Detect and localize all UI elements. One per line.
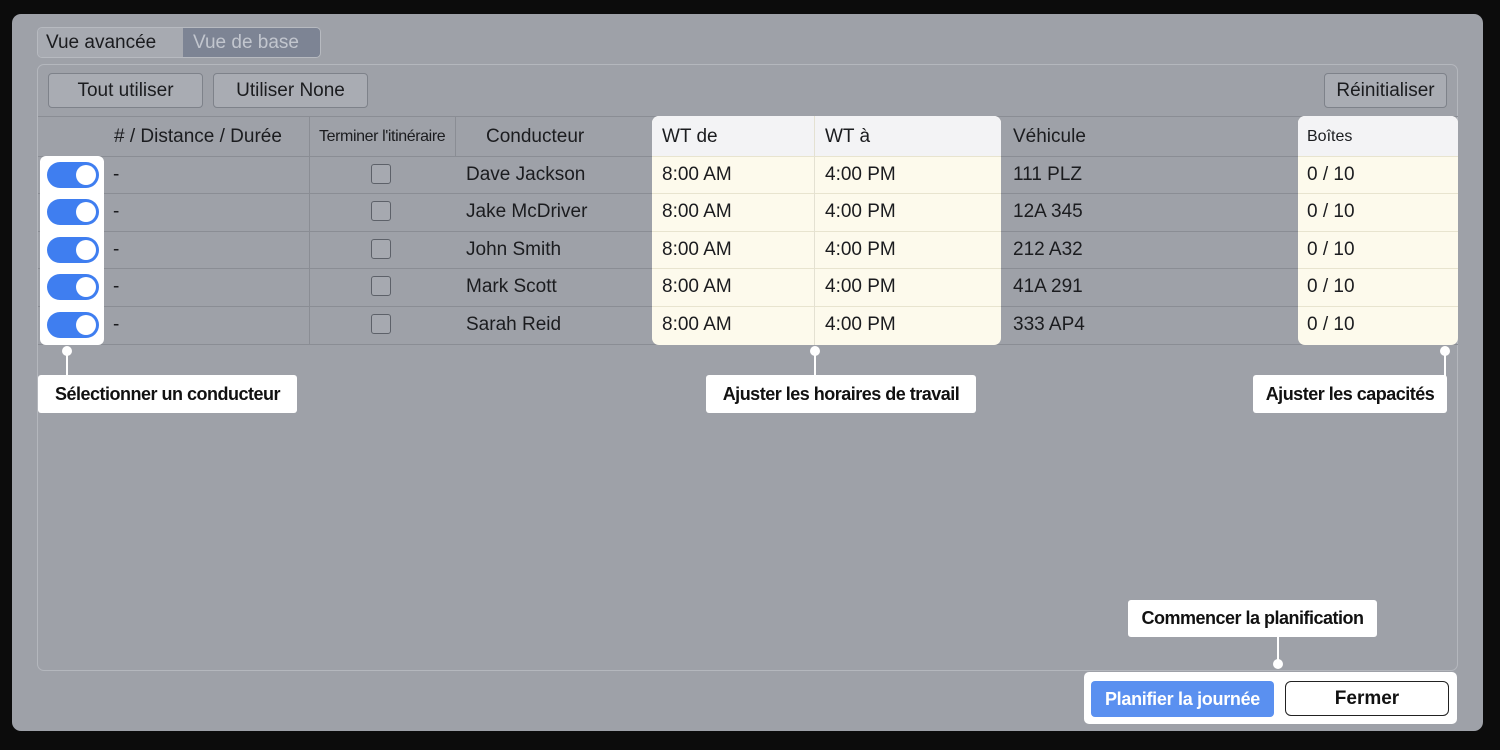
tab-basic-view[interactable]: Vue de base [183,28,320,57]
header-distance: # / Distance / Durée [114,126,282,147]
callout-adjust-hours: Ajuster les horaires de travail [706,375,976,413]
distance-cell: - [113,313,120,335]
header-wt-from: WT de [662,126,718,147]
wt-from-cell[interactable]: 8:00 AM [662,231,732,268]
driver-enabled-toggle[interactable] [47,161,99,188]
table-row: - Jake McDriver 8:00 AM 4:00 PM 12A 345 … [0,193,1500,230]
column-divider [455,116,456,157]
driver-cell: Sarah Reid [466,313,562,335]
header-vehicle: Véhicule [1013,126,1086,147]
view-tabs: Vue avancée Vue de base [37,27,321,58]
vehicle-cell: 41A 291 [1013,275,1083,297]
driver-enabled-toggle[interactable] [47,236,99,263]
header-driver: Conducteur [486,126,585,147]
header-finish-route: Terminer l'itinéraire [319,128,446,145]
finish-route-checkbox[interactable] [371,314,391,334]
table-row: - Sarah Reid 8:00 AM 4:00 PM 333 AP4 0 /… [0,306,1500,343]
reset-button[interactable]: Réinitialiser [1324,73,1447,108]
vehicle-cell: 333 AP4 [1013,313,1085,335]
driver-cell: John Smith [466,238,562,260]
header-wt-to: WT à [825,126,871,147]
callout-stem [66,352,68,376]
driver-cell: Mark Scott [466,275,557,297]
driver-cell: Jake McDriver [466,200,588,222]
driver-enabled-toggle[interactable] [47,198,99,225]
callout-dot [1273,659,1283,669]
boxes-cell[interactable]: 0 / 10 [1307,268,1355,305]
distance-cell: - [113,275,120,297]
callout-select-driver: Sélectionner un conducteur [38,375,297,413]
callout-stem [1444,352,1446,376]
table-row: - Mark Scott 8:00 AM 4:00 PM 41A 291 0 /… [0,268,1500,305]
vehicle-cell: 212 A32 [1013,238,1083,260]
callout-stem [814,352,816,376]
use-none-button[interactable]: Utiliser None [213,73,368,108]
driver-enabled-toggle[interactable] [47,273,99,300]
wt-from-cell[interactable]: 8:00 AM [662,306,732,343]
driver-enabled-toggle[interactable] [47,311,99,338]
finish-route-checkbox[interactable] [371,201,391,221]
vehicle-cell: 12A 345 [1013,200,1083,222]
vehicle-cell: 111 PLZ [1013,163,1083,185]
wt-from-cell[interactable]: 8:00 AM [662,268,732,305]
boxes-cell[interactable]: 0 / 10 [1307,231,1355,268]
use-all-button[interactable]: Tout utiliser [48,73,203,108]
distance-cell: - [113,163,120,185]
finish-route-checkbox[interactable] [371,239,391,259]
boxes-cell[interactable]: 0 / 10 [1307,156,1355,193]
wt-from-cell[interactable]: 8:00 AM [662,156,732,193]
driver-cell: Dave Jackson [466,163,586,185]
wt-to-cell[interactable]: 4:00 PM [825,156,896,193]
table-row: - Dave Jackson 8:00 AM 4:00 PM 111 PLZ 0… [0,156,1500,193]
distance-cell: - [113,238,120,260]
callout-stem [1277,637,1279,661]
close-button[interactable]: Fermer [1285,681,1449,716]
wt-from-cell[interactable]: 8:00 AM [662,193,732,230]
plan-day-button[interactable]: Planifier la journée [1091,681,1274,717]
wt-to-cell[interactable]: 4:00 PM [825,306,896,343]
callout-adjust-capacity: Ajuster les capacités [1253,375,1447,413]
callout-start-planning: Commencer la planification [1128,600,1377,637]
finish-route-checkbox[interactable] [371,164,391,184]
table-row: - John Smith 8:00 AM 4:00 PM 212 A32 0 /… [0,231,1500,268]
tab-advanced-view[interactable]: Vue avancée [38,28,183,57]
distance-cell: - [113,200,120,222]
wt-to-cell[interactable]: 4:00 PM [825,231,896,268]
boxes-cell[interactable]: 0 / 10 [1307,306,1355,343]
finish-route-checkbox[interactable] [371,276,391,296]
wt-to-cell[interactable]: 4:00 PM [825,268,896,305]
wt-to-cell[interactable]: 4:00 PM [825,193,896,230]
boxes-cell[interactable]: 0 / 10 [1307,193,1355,230]
header-boxes: Boîtes [1307,128,1353,145]
